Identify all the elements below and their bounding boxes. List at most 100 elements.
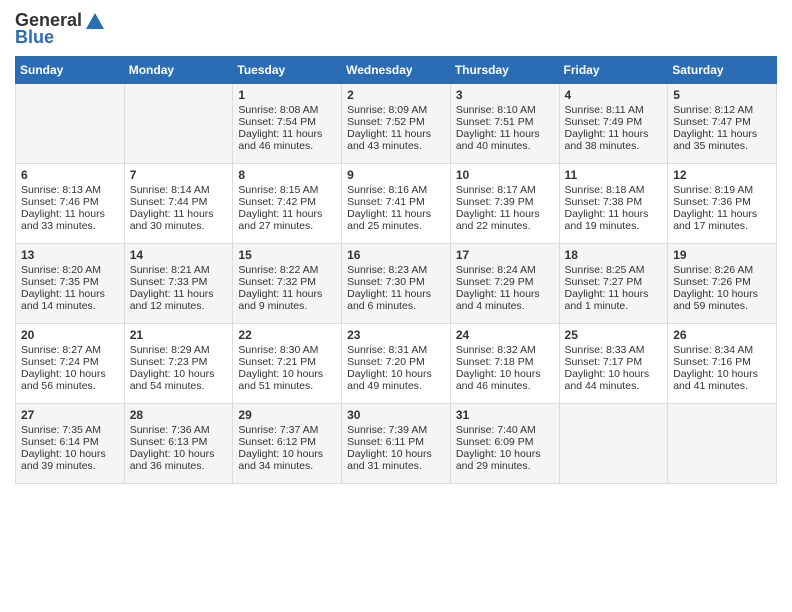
daylight-text: Daylight: 11 hours and 1 minute.	[565, 288, 663, 312]
daylight-text: Daylight: 11 hours and 40 minutes.	[456, 128, 554, 152]
sunrise-text: Sunrise: 8:23 AM	[347, 264, 445, 276]
sunrise-text: Sunrise: 8:32 AM	[456, 344, 554, 356]
sunrise-text: Sunrise: 8:26 AM	[673, 264, 771, 276]
calendar-day-21: 21Sunrise: 8:29 AMSunset: 7:23 PMDayligh…	[124, 324, 233, 404]
daylight-text: Daylight: 11 hours and 6 minutes.	[347, 288, 445, 312]
weekday-header-friday: Friday	[559, 57, 668, 84]
daylight-text: Daylight: 11 hours and 46 minutes.	[238, 128, 336, 152]
calendar-empty-cell	[559, 404, 668, 484]
daylight-text: Daylight: 10 hours and 39 minutes.	[21, 448, 119, 472]
calendar-day-19: 19Sunrise: 8:26 AMSunset: 7:26 PMDayligh…	[668, 244, 777, 324]
day-number: 25	[565, 328, 663, 342]
sunset-text: Sunset: 7:21 PM	[238, 356, 336, 368]
sunrise-text: Sunrise: 8:10 AM	[456, 104, 554, 116]
day-number: 7	[130, 168, 228, 182]
sunset-text: Sunset: 7:49 PM	[565, 116, 663, 128]
sunrise-text: Sunrise: 8:19 AM	[673, 184, 771, 196]
calendar-empty-cell	[124, 84, 233, 164]
sunrise-text: Sunrise: 8:18 AM	[565, 184, 663, 196]
page-header: General Blue	[15, 10, 777, 48]
daylight-text: Daylight: 11 hours and 14 minutes.	[21, 288, 119, 312]
daylight-text: Daylight: 10 hours and 56 minutes.	[21, 368, 119, 392]
sunrise-text: Sunrise: 8:24 AM	[456, 264, 554, 276]
calendar-week-row: 6 Sunrise: 8:13 AMSunset: 7:46 PM Daylight…	[16, 164, 777, 244]
calendar-day-6: 6Sunrise: 8:13 AMSunset: 7:46 PMDaylight…	[16, 164, 125, 244]
sunset-text: Sunset: 7:42 PM	[238, 196, 336, 208]
sunset-text: Sunset: 7:35 PM	[21, 276, 119, 288]
daylight-text: Daylight: 10 hours and 46 minutes.	[456, 368, 554, 392]
day-number: 18	[565, 248, 663, 262]
weekday-header-monday: Monday	[124, 57, 233, 84]
weekday-header-tuesday: Tuesday	[233, 57, 342, 84]
sunset-text: Sunset: 7:46 PM	[21, 196, 119, 208]
sunset-text: Sunset: 7:52 PM	[347, 116, 445, 128]
sunset-text: Sunset: 6:13 PM	[130, 436, 228, 448]
daylight-text: Daylight: 10 hours and 36 minutes.	[130, 448, 228, 472]
daylight-text: Daylight: 10 hours and 51 minutes.	[238, 368, 336, 392]
sunset-text: Sunset: 6:12 PM	[238, 436, 336, 448]
calendar-day-24: 24 Sunrise: 8:32 AMSunset: 7:18 PMDayligh…	[450, 324, 559, 404]
sunrise-text: Sunrise: 7:35 AM	[21, 424, 119, 436]
sunset-text: Sunset: 7:32 PM	[238, 276, 336, 288]
day-number: 23	[347, 328, 445, 342]
calendar-day-14: 14Sunrise: 8:21 AMSunset: 7:33 PMDayligh…	[124, 244, 233, 324]
sunrise-text: Sunrise: 7:40 AM	[456, 424, 554, 436]
sunset-text: Sunset: 7:54 PM	[238, 116, 336, 128]
calendar-day-27: 27Sunrise: 7:35 AMSunset: 6:14 PMDayligh…	[16, 404, 125, 484]
calendar-day-4: 4Sunrise: 8:11 AMSunset: 7:49 PMDaylight…	[559, 84, 668, 164]
sunset-text: Sunset: 7:24 PM	[21, 356, 119, 368]
weekday-header-wednesday: Wednesday	[342, 57, 451, 84]
sunrise-text: Sunrise: 8:22 AM	[238, 264, 336, 276]
calendar-empty-cell	[16, 84, 125, 164]
logo-blue: Blue	[15, 27, 54, 48]
daylight-text: Daylight: 11 hours and 27 minutes.	[238, 208, 336, 232]
day-number: 22	[238, 328, 336, 342]
day-number: 24	[456, 328, 554, 342]
calendar-table: SundayMondayTuesdayWednesdayThursdayFrid…	[15, 56, 777, 484]
sunset-text: Sunset: 7:20 PM	[347, 356, 445, 368]
daylight-text: Daylight: 10 hours and 41 minutes.	[673, 368, 771, 392]
daylight-text: Daylight: 10 hours and 34 minutes.	[238, 448, 336, 472]
calendar-day-1: 1Sunrise: 8:08 AMSunset: 7:54 PMDaylight…	[233, 84, 342, 164]
weekday-header-sunday: Sunday	[16, 57, 125, 84]
day-number: 11	[565, 168, 663, 182]
calendar-day-28: 28Sunrise: 7:36 AMSunset: 6:13 PMDayligh…	[124, 404, 233, 484]
sunset-text: Sunset: 7:29 PM	[456, 276, 554, 288]
calendar-day-31: 31Sunrise: 7:40 AMSunset: 6:09 PMDayligh…	[450, 404, 559, 484]
day-number: 13	[21, 248, 119, 262]
daylight-text: Daylight: 10 hours and 29 minutes.	[456, 448, 554, 472]
day-number: 31	[456, 408, 554, 422]
daylight-text: Daylight: 11 hours and 12 minutes.	[130, 288, 228, 312]
day-number: 4	[565, 88, 663, 102]
sunset-text: Sunset: 7:16 PM	[673, 356, 771, 368]
daylight-text: Daylight: 11 hours and 19 minutes.	[565, 208, 663, 232]
daylight-text: Daylight: 10 hours and 59 minutes.	[673, 288, 771, 312]
sunrise-text: Sunrise: 8:34 AM	[673, 344, 771, 356]
day-number: 16	[347, 248, 445, 262]
day-number: 3	[456, 88, 554, 102]
weekday-header-thursday: Thursday	[450, 57, 559, 84]
sunset-text: Sunset: 7:30 PM	[347, 276, 445, 288]
day-number: 8	[238, 168, 336, 182]
sunset-text: Sunset: 7:44 PM	[130, 196, 228, 208]
sunset-text: Sunset: 7:47 PM	[673, 116, 771, 128]
sunrise-text: Sunrise: 8:13 AM	[21, 184, 119, 196]
calendar-week-row: 27Sunrise: 7:35 AMSunset: 6:14 PMDayligh…	[16, 404, 777, 484]
day-number: 12	[673, 168, 771, 182]
day-number: 14	[130, 248, 228, 262]
day-number: 27	[21, 408, 119, 422]
sunset-text: Sunset: 7:23 PM	[130, 356, 228, 368]
sunset-text: Sunset: 7:26 PM	[673, 276, 771, 288]
day-number: 10	[456, 168, 554, 182]
sunset-text: Sunset: 7:17 PM	[565, 356, 663, 368]
calendar-day-9: 9Sunrise: 8:16 AMSunset: 7:41 PMDaylight…	[342, 164, 451, 244]
day-number: 28	[130, 408, 228, 422]
calendar-day-3: 3Sunrise: 8:10 AMSunset: 7:51 PMDaylight…	[450, 84, 559, 164]
calendar-day-7: 7Sunrise: 8:14 AMSunset: 7:44 PMDaylight…	[124, 164, 233, 244]
day-number: 6	[21, 168, 119, 182]
sunrise-text: Sunrise: 7:37 AM	[238, 424, 336, 436]
day-number: 21	[130, 328, 228, 342]
sunset-text: Sunset: 7:18 PM	[456, 356, 554, 368]
calendar-day-17: 17Sunrise: 8:24 AMSunset: 7:29 PMDayligh…	[450, 244, 559, 324]
weekday-header-saturday: Saturday	[668, 57, 777, 84]
